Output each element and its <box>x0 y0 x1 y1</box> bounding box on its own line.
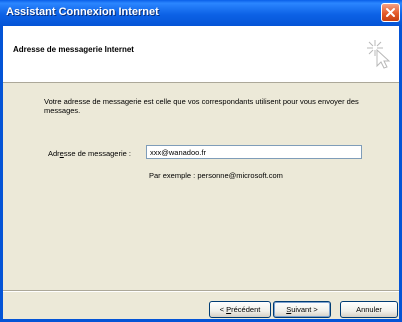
title-bar[interactable]: Assistant Connexion Internet <box>0 0 402 26</box>
previous-button[interactable]: < Précédent <box>209 301 271 318</box>
wizard-window: Assistant Connexion Internet Adresse de … <box>0 0 402 322</box>
example-text: Par exemple : personne@microsoft.com <box>149 171 283 180</box>
next-button[interactable]: Suivant > <box>273 301 331 318</box>
email-label-post: sse de messagerie : <box>63 149 131 158</box>
window-title: Assistant Connexion Internet <box>6 6 159 18</box>
prev-label-post: récédent <box>231 305 261 314</box>
page-heading: Adresse de messagerie Internet <box>13 45 134 54</box>
footer-separator <box>3 290 399 292</box>
email-input[interactable] <box>146 145 362 159</box>
wizard-cursor-icon <box>367 40 391 69</box>
close-icon <box>386 8 395 17</box>
email-label-pre: Adr <box>48 149 60 158</box>
next-label-post: uivant > <box>291 305 318 314</box>
description-text: Votre adresse de messagerie est celle qu… <box>44 97 359 115</box>
email-label: Adresse de messagerie : <box>48 149 131 158</box>
close-button[interactable] <box>381 3 400 22</box>
cancel-button[interactable]: Annuler <box>340 301 398 318</box>
wizard-header: Adresse de messagerie Internet <box>3 26 399 83</box>
